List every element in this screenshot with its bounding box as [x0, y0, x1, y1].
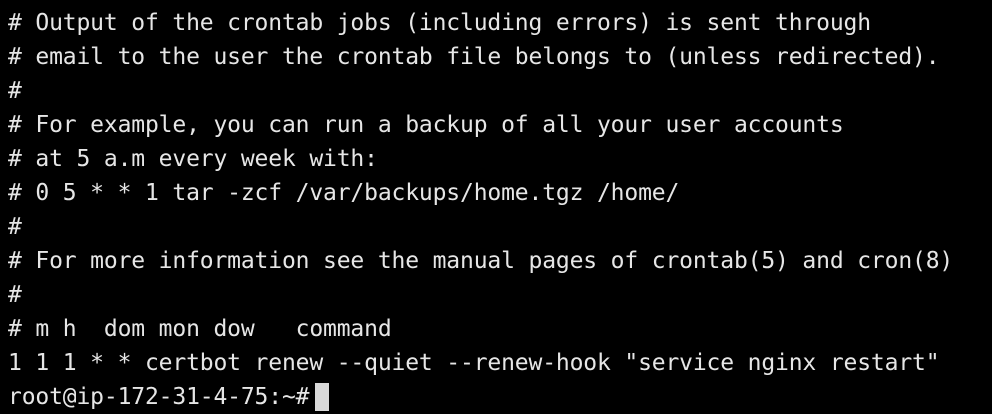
crontab-comment-line: # at 5 a.m every week with: — [8, 146, 378, 172]
crontab-job-line: 1 1 1 * * certbot renew --quiet --renew-… — [8, 350, 940, 376]
crontab-comment-line: # — [8, 214, 22, 240]
crontab-comment-line: # Output of the crontab jobs (including … — [8, 10, 871, 36]
terminal-window[interactable]: # Output of the crontab jobs (including … — [0, 0, 992, 412]
text-cursor — [315, 383, 330, 411]
crontab-comment-line: # — [8, 78, 22, 104]
crontab-comment-line: # — [8, 282, 22, 308]
crontab-comment-line: # For more information see the manual pa… — [8, 248, 954, 274]
shell-prompt-line[interactable]: root@ip-172-31-4-75:~# — [8, 380, 992, 414]
crontab-comment-line: # 0 5 * * 1 tar -zcf /var/backups/home.t… — [8, 180, 680, 206]
crontab-comment-line: # For example, you can run a backup of a… — [8, 112, 844, 138]
crontab-header-line: # m h dom mon dow command — [8, 316, 392, 342]
crontab-comment-line: # email to the user the crontab file bel… — [8, 44, 940, 70]
shell-prompt: root@ip-172-31-4-75:~# — [8, 384, 310, 410]
